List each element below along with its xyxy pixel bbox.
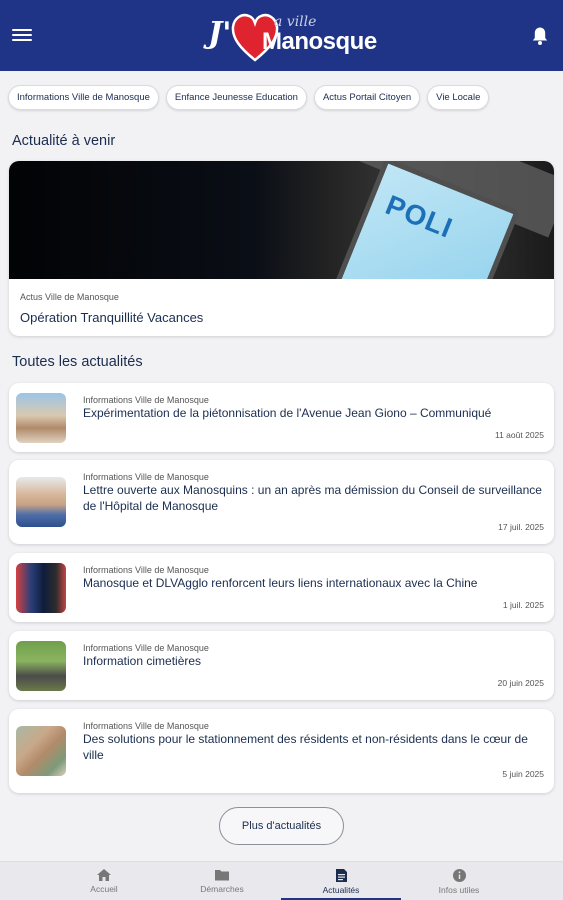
news-date: 17 juil. 2025 — [498, 522, 544, 532]
nav-label: Infos utiles — [438, 885, 480, 895]
news-title: Expérimentation de la piétonnisation de … — [83, 406, 492, 420]
news-card[interactable]: Informations Ville de Manosque Informati… — [9, 631, 554, 700]
news-thumbnail — [16, 477, 66, 527]
news-category: Informations Ville de Manosque — [83, 721, 209, 731]
news-category: Informations Ville de Manosque — [83, 643, 209, 653]
chip-portail-citoyen[interactable]: Actus Portail Citoyen — [313, 85, 421, 110]
news-thumbnail — [16, 393, 66, 443]
document-icon — [336, 869, 347, 882]
news-card[interactable]: Informations Ville de Manosque Des solut… — [9, 709, 554, 793]
news-card[interactable]: Informations Ville de Manosque Lettre ou… — [9, 460, 554, 544]
app-logo: J' a ville Manosque — [202, 8, 377, 64]
nav-infos-utiles[interactable]: Infos utiles — [399, 862, 519, 900]
news-thumbnail — [16, 563, 66, 613]
bell-icon[interactable] — [531, 26, 549, 46]
news-title: Information cimetières — [83, 654, 202, 668]
news-card[interactable]: Informations Ville de Manosque Manosque … — [9, 553, 554, 622]
news-category: Informations Ville de Manosque — [83, 395, 209, 405]
police-patch-text: POLI — [381, 189, 458, 244]
nav-home[interactable]: Accueil — [44, 862, 164, 900]
chip-vie-locale[interactable]: Vie Locale — [427, 85, 490, 110]
nav-actualites[interactable]: Actualités — [281, 862, 401, 900]
info-icon — [452, 869, 466, 882]
news-category: Informations Ville de Manosque — [83, 472, 209, 482]
featured-news-card[interactable]: POLI Actus Ville de Manosque Opération T… — [9, 161, 554, 336]
news-date: 1 juil. 2025 — [502, 600, 544, 610]
category-chips: Informations Ville de Manosque Enfance J… — [8, 85, 490, 110]
logo-city-name: Manosque — [262, 28, 377, 55]
more-news-button[interactable]: Plus d'actualités — [219, 807, 344, 845]
app-header: J' a ville Manosque — [0, 0, 563, 71]
news-title: Lettre ouverte aux Manosquins : un an ap… — [83, 483, 542, 513]
news-card[interactable]: Informations Ville de Manosque Expérimen… — [9, 383, 554, 452]
nav-label: Accueil — [90, 884, 118, 894]
upcoming-heading: Actualité à venir — [12, 133, 116, 149]
news-title: Manosque et DLVAgglo renforcent leurs li… — [83, 576, 478, 590]
nav-label: Actualités — [322, 885, 360, 895]
news-category: Informations Ville de Manosque — [83, 565, 209, 575]
news-date: 20 juin 2025 — [497, 678, 544, 688]
home-icon — [97, 869, 111, 881]
news-title: Des solutions pour le stationnement des … — [83, 732, 528, 762]
news-thumbnail — [16, 641, 66, 691]
news-date: 11 août 2025 — [495, 430, 544, 440]
featured-news-image: POLI — [9, 161, 554, 279]
featured-news-title: Opération Tranquillité Vacances — [20, 310, 204, 325]
news-date: 5 juin 2025 — [502, 769, 544, 779]
logo-prefix: J' — [208, 16, 232, 51]
news-thumbnail — [16, 726, 66, 776]
chip-enfance-jeunesse[interactable]: Enfance Jeunesse Education — [165, 85, 307, 110]
all-news-heading: Toutes les actualités — [12, 354, 143, 370]
bottom-navigation: Accueil Démarches Actualités Infos utile… — [0, 861, 563, 900]
nav-label: Démarches — [200, 884, 244, 894]
chip-informations-ville[interactable]: Informations Ville de Manosque — [8, 85, 159, 110]
folder-icon — [215, 870, 229, 881]
nav-demarches[interactable]: Démarches — [162, 862, 282, 900]
hamburger-menu-icon[interactable] — [12, 26, 32, 44]
featured-news-category: Actus Ville de Manosque — [20, 292, 119, 302]
